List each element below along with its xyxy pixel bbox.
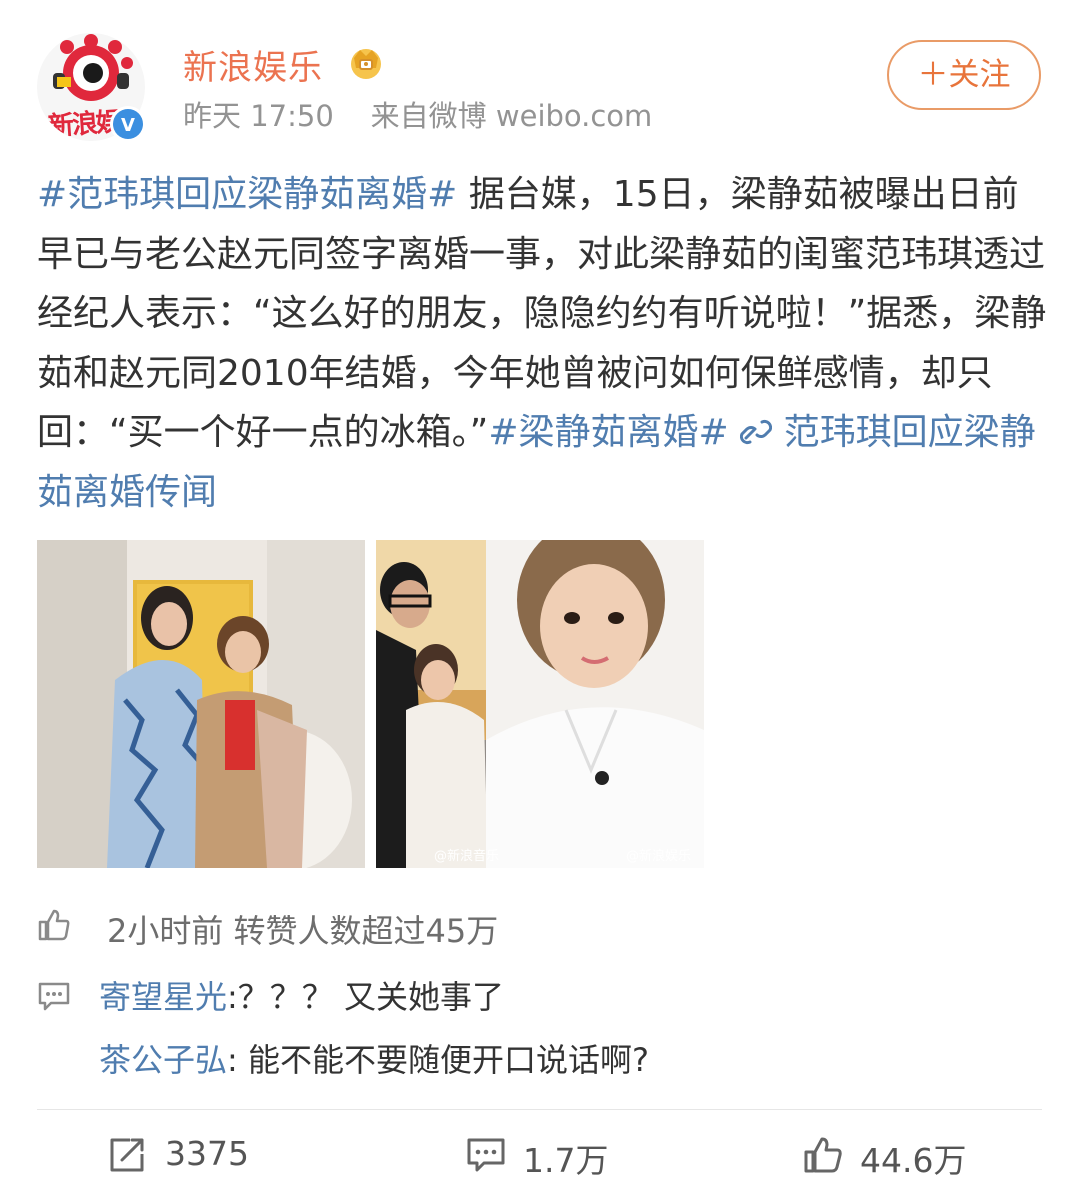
verified-icon: V bbox=[121, 115, 135, 136]
comment-item[interactable]: 茶公子弘: 能不能不要随便开口说话啊? bbox=[37, 1035, 1037, 1087]
thumb-up-icon bbox=[804, 1137, 842, 1173]
comment-text: :？？？ 又关她事了 bbox=[227, 978, 504, 1016]
comment-user[interactable]: 茶公子弘 bbox=[99, 1041, 227, 1079]
follow-button[interactable]: ＋关注 bbox=[887, 40, 1041, 110]
photo-1[interactable] bbox=[37, 540, 365, 868]
comment-count: 1.7万 bbox=[523, 1141, 609, 1180]
crown-icon[interactable] bbox=[346, 42, 386, 80]
repost-count: 3375 bbox=[165, 1134, 249, 1173]
topic-link[interactable]: #梁静茹离婚# bbox=[488, 412, 728, 453]
likes-summary-text: 2小时前 转赞人数超过45万 bbox=[107, 912, 499, 950]
comment-icon bbox=[467, 1138, 505, 1172]
link-icon[interactable] bbox=[740, 412, 783, 453]
account-name[interactable]: 新浪娱乐 bbox=[183, 40, 323, 89]
comment-text: : 能不能不要随便开口说话啊? bbox=[227, 1041, 649, 1079]
photo-2[interactable]: @新浪音乐 @新浪娱乐 bbox=[376, 540, 704, 868]
post-meta: 昨天 17:50 来自微博 weibo.com bbox=[183, 93, 652, 135]
likes-summary: 2小时前 转赞人数超过45万 bbox=[37, 900, 1037, 950]
action-bar: 3375 1.7万 44.6万 bbox=[0, 1110, 1079, 1197]
thumb-up-icon[interactable] bbox=[37, 908, 71, 942]
repost-icon bbox=[110, 1138, 144, 1172]
post-header: 新浪娱乐 V 新浪娱乐 昨天 17:50 来自微博 weibo.com ＋关注 bbox=[0, 0, 1079, 150]
comment-item[interactable]: 寄望星光:？？？ 又关她事了 bbox=[37, 972, 1037, 1024]
post-text: #范玮琪回应梁静茹离婚# 据台媒，15日，梁静茹被曝出日前早已与老公赵元同签字离… bbox=[37, 165, 1047, 522]
topic-link[interactable]: #范玮琪回应梁静茹离婚# bbox=[37, 174, 457, 215]
like-count: 44.6万 bbox=[860, 1141, 967, 1180]
post-time: 昨天 17:50 bbox=[183, 99, 334, 133]
post-source: 来自微博 weibo.com bbox=[370, 99, 653, 133]
comment-icon bbox=[38, 982, 70, 1011]
svg-text:V: V bbox=[121, 115, 135, 136]
watermark-right: @新浪娱乐 bbox=[626, 848, 691, 864]
watermark-left: @新浪音乐 bbox=[434, 848, 499, 864]
verified-badge: V bbox=[110, 106, 146, 142]
comment-user[interactable]: 寄望星光 bbox=[99, 978, 227, 1016]
